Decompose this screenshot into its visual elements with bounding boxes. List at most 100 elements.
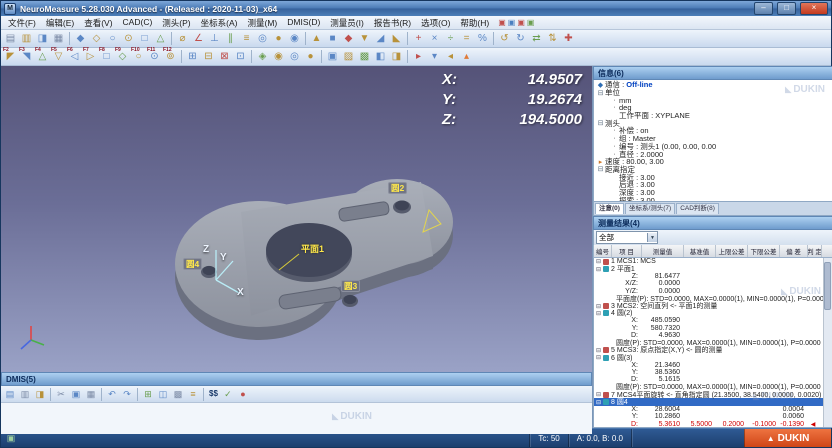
toolbar-icon[interactable]: ◈ xyxy=(255,49,270,64)
menu-item[interactable]: 测头(P) xyxy=(157,17,195,29)
menu-item[interactable]: 测量(M) xyxy=(242,17,282,29)
table-row[interactable]: X:485.0590 xyxy=(594,317,824,324)
toolbar-icon[interactable]: ◢ xyxy=(373,31,388,46)
toolbar-icon[interactable]: ⇅ xyxy=(545,31,560,46)
toolbar-icon[interactable]: □F8 xyxy=(99,49,114,64)
info-tab[interactable]: 注意(0) xyxy=(595,203,624,214)
3d-viewport[interactable]: X:14.9507 Y:19.2674 Z:194.5000 圆2 圆3 圆4 … xyxy=(1,66,592,372)
menu-item[interactable]: 帮助(H) xyxy=(455,17,494,29)
toolbar-icon[interactable]: ◆ xyxy=(341,31,356,46)
scrollbar-thumb[interactable] xyxy=(824,262,831,310)
toolbar-icon[interactable]: ○F10 xyxy=(131,49,146,64)
toolbar-icon[interactable]: ▸ xyxy=(411,49,426,64)
results-panel-header[interactable]: 测量结果(4) xyxy=(593,216,832,230)
toolbar-icon[interactable]: ◨ xyxy=(35,31,50,46)
toolbar-icon[interactable]: ◎ xyxy=(255,31,270,46)
close-button[interactable]: × xyxy=(800,2,828,15)
toolbar-icon[interactable]: ▦ xyxy=(51,31,66,46)
table-row[interactable]: Y:580.7320 xyxy=(594,325,824,332)
toolbar-icon[interactable]: ⊚F12 xyxy=(163,49,178,64)
toolbar-icon[interactable]: ↺ xyxy=(497,31,512,46)
toolbar-icon[interactable]: ⊟ xyxy=(201,49,216,64)
toolbar-icon[interactable]: ▷F7 xyxy=(83,49,98,64)
info-panel-header[interactable]: 信息(6) xyxy=(593,66,832,80)
table-row[interactable]: Y:10.28600.0060 xyxy=(594,413,824,420)
dmis-toolbar-icon[interactable]: ▣ xyxy=(69,388,83,401)
feature-label-circle2[interactable]: 圆2 xyxy=(388,182,407,194)
toolbar-icon[interactable]: ⇄ xyxy=(529,31,544,46)
dmis-toolbar-icon[interactable]: ↷ xyxy=(120,388,134,401)
toolbar-icon[interactable]: ▾ xyxy=(427,49,442,64)
menu-item[interactable]: 报告书(R) xyxy=(369,17,416,29)
table-row[interactable]: ⊟7 MCS4平面旋转 <- 直角指定圆 (21.3500, 38.5400, … xyxy=(594,391,824,398)
results-filter-dropdown[interactable]: 全部 ▼ xyxy=(596,231,658,244)
toolbar-icon[interactable]: ◎ xyxy=(287,49,302,64)
dmis-toolbar-icon[interactable]: ▩ xyxy=(171,388,185,401)
info-tab[interactable]: CAD判断(8) xyxy=(676,203,719,214)
toolbar-icon[interactable]: ◇F9 xyxy=(115,49,130,64)
menubar-icon[interactable]: ▣ xyxy=(527,19,535,27)
toolbar-icon[interactable]: △ xyxy=(153,31,168,46)
menu-item[interactable]: 编辑(E) xyxy=(41,17,79,29)
toolbar-icon[interactable]: △F4 xyxy=(35,49,50,64)
results-scrollbar[interactable] xyxy=(823,258,832,427)
menu-item[interactable]: 测量员(I) xyxy=(325,17,369,29)
toolbar-icon[interactable]: ⊥ xyxy=(207,31,222,46)
toolbar-icon[interactable]: ◉ xyxy=(287,31,302,46)
menu-item[interactable]: 选项(O) xyxy=(416,17,455,29)
table-row[interactable]: Y:38.5360 xyxy=(594,369,824,376)
dmis-panel-header[interactable]: DMIS(5) xyxy=(1,372,592,386)
title-bar[interactable]: M NeuroMeasure 5.28.030 Advanced - (Rele… xyxy=(1,1,831,16)
toolbar-icon[interactable]: ∠ xyxy=(191,31,206,46)
menu-item[interactable]: CAD(C) xyxy=(118,17,158,29)
dmis-toolbar-icon[interactable]: ▦ xyxy=(84,388,98,401)
toolbar-icon[interactable]: ⊙ xyxy=(121,31,136,46)
toolbar-icon[interactable]: ◣ xyxy=(389,31,404,46)
toolbar-icon[interactable]: ○ xyxy=(105,31,120,46)
toolbar-icon[interactable]: ▼ xyxy=(357,31,372,46)
menu-item[interactable]: 坐标系(A) xyxy=(196,17,243,29)
menu-item[interactable]: 文件(F) xyxy=(3,17,41,29)
toolbar-icon[interactable]: ⊡ xyxy=(233,49,248,64)
dmis-toolbar-icon[interactable]: ◨ xyxy=(33,388,47,401)
feature-label-circle3[interactable]: 圆3 xyxy=(341,280,360,292)
toolbar-icon[interactable]: ◤F2 xyxy=(3,49,18,64)
menubar-icon[interactable]: ▣ xyxy=(508,19,516,27)
toolbar-icon[interactable]: ◧ xyxy=(373,49,388,64)
toolbar-icon[interactable]: ◇ xyxy=(89,31,104,46)
toolbar-icon[interactable]: ▥ xyxy=(19,31,34,46)
dmis-toolbar-icon[interactable]: ✂ xyxy=(54,388,68,401)
maximize-button[interactable]: □ xyxy=(777,2,796,15)
dmis-toolbar-icon[interactable]: ▤ xyxy=(3,388,17,401)
toolbar-icon[interactable]: ◥F3 xyxy=(19,49,34,64)
toolbar-icon[interactable]: ◉ xyxy=(271,49,286,64)
toolbar-icon[interactable]: ÷ xyxy=(443,31,458,46)
table-row[interactable]: Z:81.6477 xyxy=(594,273,824,280)
minimize-button[interactable]: – xyxy=(754,2,773,15)
tree-item[interactable]: ◆通信 : Off-line xyxy=(596,81,832,89)
toolbar-icon[interactable]: ◨ xyxy=(389,49,404,64)
dmis-toolbar-icon[interactable]: ≡ xyxy=(186,388,200,401)
toolbar-icon[interactable]: ■ xyxy=(325,31,340,46)
toolbar-icon[interactable]: □ xyxy=(137,31,152,46)
toolbar-icon[interactable]: ✚ xyxy=(561,31,576,46)
info-tab[interactable]: 坐标系/测头(7) xyxy=(625,203,675,214)
dmis-toolbar-icon[interactable]: ↶ xyxy=(105,388,119,401)
menu-item[interactable]: 查看(V) xyxy=(79,17,117,29)
dmis-editor-area[interactable]: ◣DUKIN xyxy=(1,403,592,434)
toolbar-icon[interactable]: ▩ xyxy=(357,49,372,64)
dmis-toolbar-icon[interactable]: ⊞ xyxy=(141,388,155,401)
menubar-icon[interactable]: ▣ xyxy=(498,19,506,27)
dmis-toolbar-icon[interactable]: ▥ xyxy=(18,388,32,401)
menubar-icon[interactable]: ▣ xyxy=(517,19,525,27)
toolbar-icon[interactable]: ● xyxy=(271,31,286,46)
toolbar-icon[interactable]: ⌀ xyxy=(175,31,190,46)
dmis-toolbar-icon[interactable]: ◫ xyxy=(156,388,170,401)
dmis-toolbar-icon[interactable]: $$ xyxy=(207,388,220,401)
toolbar-icon[interactable]: ▽F5 xyxy=(51,49,66,64)
menu-item[interactable]: DMIS(D) xyxy=(282,17,325,29)
toolbar-icon[interactable]: ⊙F11 xyxy=(147,49,162,64)
toolbar-icon[interactable]: ⊠ xyxy=(217,49,232,64)
dmis-toolbar-icon[interactable]: ✓ xyxy=(221,388,235,401)
feature-label-plane1[interactable]: 平面1 xyxy=(301,242,324,255)
